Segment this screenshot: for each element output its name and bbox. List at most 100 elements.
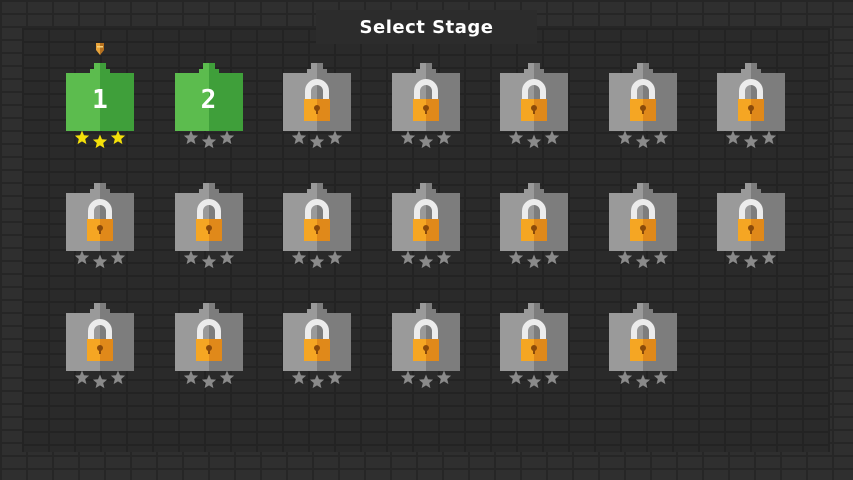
star-empty-icon — [617, 371, 632, 385]
padlock-icon — [520, 207, 548, 243]
padlock-icon — [195, 207, 223, 243]
star-empty-icon — [725, 251, 741, 265]
star-empty-icon — [761, 251, 777, 265]
stage-button[interactable] — [391, 183, 460, 269]
stage-button[interactable] — [283, 183, 351, 269]
stage-button[interactable] — [174, 183, 243, 269]
padlock-icon — [303, 87, 331, 123]
star-earned-icon — [92, 134, 108, 149]
stage-button[interactable]: 2 — [174, 63, 243, 149]
stage-button[interactable] — [717, 63, 785, 149]
padlock-icon — [195, 327, 223, 363]
padlock-icon — [412, 207, 440, 243]
stage-button[interactable] — [500, 63, 568, 149]
star-empty-icon — [92, 254, 108, 269]
star-empty-icon — [201, 134, 216, 149]
stage-button[interactable] — [391, 303, 460, 389]
star-empty-icon — [309, 254, 325, 269]
padlock-icon — [86, 207, 114, 243]
padlock-icon — [303, 327, 331, 363]
star-empty-icon — [327, 371, 343, 385]
star-empty-icon — [418, 134, 433, 149]
padlock-icon — [629, 327, 657, 363]
star-empty-icon — [110, 371, 126, 385]
star-empty-icon — [418, 254, 433, 269]
stage-button[interactable] — [608, 303, 677, 389]
star-empty-icon — [183, 131, 198, 145]
star-empty-icon — [400, 131, 415, 145]
padlock-icon — [520, 327, 548, 363]
star-rating — [508, 371, 560, 389]
star-empty-icon — [761, 131, 777, 145]
stage-button[interactable] — [66, 183, 134, 269]
padlock-icon — [629, 87, 657, 123]
star-rating — [74, 131, 126, 149]
star-empty-icon — [653, 131, 668, 145]
shield-marker-icon — [96, 43, 104, 55]
star-empty-icon — [291, 131, 307, 145]
star-empty-icon — [201, 254, 216, 269]
star-rating — [508, 251, 560, 269]
star-empty-icon — [508, 251, 524, 265]
stage-button[interactable] — [608, 63, 677, 149]
stage-grid: 1 2 — [66, 63, 785, 389]
padlock-icon — [520, 87, 548, 123]
stage-button[interactable] — [174, 303, 243, 389]
star-empty-icon — [400, 251, 415, 265]
stage-button[interactable] — [608, 183, 677, 269]
star-empty-icon — [183, 371, 198, 385]
star-empty-icon — [436, 131, 451, 145]
star-empty-icon — [418, 374, 433, 389]
star-empty-icon — [201, 374, 216, 389]
star-earned-icon — [110, 131, 126, 145]
star-rating — [617, 131, 668, 149]
stage-button[interactable] — [500, 303, 568, 389]
stage-button[interactable] — [717, 183, 785, 269]
star-empty-icon — [400, 371, 415, 385]
padlock-icon — [629, 207, 657, 243]
star-rating — [725, 131, 777, 149]
star-rating — [400, 371, 451, 389]
padlock-icon — [737, 87, 765, 123]
star-empty-icon — [635, 134, 650, 149]
page-title: Select Stage — [359, 16, 494, 38]
stage-button[interactable] — [500, 183, 568, 269]
star-empty-icon — [743, 254, 759, 269]
star-empty-icon — [436, 251, 451, 265]
star-empty-icon — [617, 251, 632, 265]
star-empty-icon — [725, 131, 741, 145]
star-empty-icon — [617, 131, 632, 145]
padlock-icon — [412, 87, 440, 123]
star-empty-icon — [309, 374, 325, 389]
star-rating — [617, 371, 668, 389]
star-rating — [508, 131, 560, 149]
star-empty-icon — [508, 371, 524, 385]
star-rating — [291, 371, 343, 389]
star-empty-icon — [74, 251, 90, 265]
star-rating — [183, 131, 234, 149]
star-empty-icon — [291, 251, 307, 265]
star-rating — [617, 251, 668, 269]
stage-button[interactable] — [66, 303, 134, 389]
star-empty-icon — [309, 134, 325, 149]
star-rating — [74, 251, 126, 269]
star-rating — [183, 371, 234, 389]
star-empty-icon — [544, 371, 560, 385]
star-rating — [74, 371, 126, 389]
star-empty-icon — [219, 371, 234, 385]
star-empty-icon — [110, 251, 126, 265]
stage-button[interactable] — [391, 63, 460, 149]
star-empty-icon — [544, 251, 560, 265]
star-rating — [725, 251, 777, 269]
stage-button[interactable] — [283, 63, 351, 149]
star-empty-icon — [327, 131, 343, 145]
star-rating — [291, 251, 343, 269]
stage-button[interactable]: 1 — [66, 63, 134, 149]
star-empty-icon — [544, 131, 560, 145]
star-empty-icon — [291, 371, 307, 385]
star-empty-icon — [526, 134, 542, 149]
stage-button[interactable] — [283, 303, 351, 389]
star-empty-icon — [653, 371, 668, 385]
star-empty-icon — [436, 371, 451, 385]
star-rating — [400, 131, 451, 149]
